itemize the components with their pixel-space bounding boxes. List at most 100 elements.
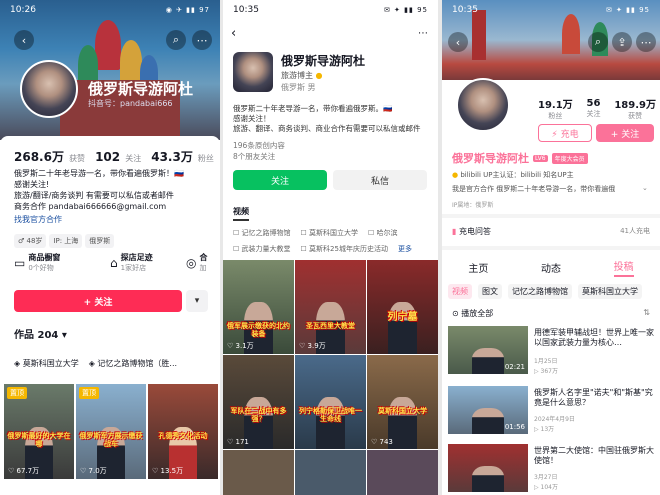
charge-qa[interactable]: ▮ 充电问答 [452,226,491,237]
video-thumb-6[interactable]: 莫斯科国立大学 ♡ 743 [367,355,438,449]
subtab-article[interactable]: 图文 [478,284,502,299]
video-thumb-2[interactable]: 置顶 俄罗斯军方展示缴获战车 ♡ 7.0万 [76,384,146,479]
expand-icon[interactable]: ⌄ [642,184,648,192]
video-views: ▷ 367万 [534,368,558,375]
profile-bio: 俄罗斯二十年老导游一名，带你看遍俄罗斯！🇷🇺 感谢关注! 旅游/翻译/商务谈判 … [14,169,184,211]
bilibili-space-panel: 10:35 ✉ ✦ ▮▮ 95 ‹ ⌕ ⇪ ⋯ 19.1万 粉丝 56 关注 189… [442,0,660,495]
tab-videos[interactable]: 视频 [233,206,249,221]
subtab-video[interactable]: 视频 [448,284,472,299]
collection-museum[interactable]: ☐ 记忆之路博物馆 [233,228,291,238]
video-thumb-1[interactable]: 置顶 俄罗斯最好的大学在哪 ♡ 67.7万 [4,384,74,479]
space-tabs: 主页 动态 投稿 [442,258,660,277]
douyin-profile-panel: 10:26 ◉ ✈ ▮▮ 97 ‹ ⌕ ⋯ 俄罗斯导游阿杜 抖音号：pandab… [0,0,220,495]
stat-likes[interactable]: 268.6万 获赞 [14,146,85,165]
collections-row-2: ☐ 武装力量大教堂 ☐ 莫斯科25城年庆历史活动 更多 [233,244,433,254]
search-icon[interactable]: ⌕ [166,30,186,50]
view-count: ♡ 67.7万 [8,467,40,475]
vip-badge: 年度大会员 [551,152,588,164]
video-date: 3月27日 [534,474,558,481]
status-bar: 10:35 ✉ ✦ ▮▮ 95 [442,0,660,20]
back-icon[interactable]: ‹ [14,30,34,50]
status-icons: ✉ ✦ ▮▮ 95 [605,6,650,14]
more-icon[interactable]: ⋯ [636,32,656,52]
friends-follow: 8个朋友关注 [233,152,276,161]
follow-button[interactable]: 关注 [233,170,327,190]
subtab-msu[interactable]: 莫斯科国立大学 [578,284,642,299]
back-icon[interactable]: ‹ [448,32,468,52]
video-thumb-3[interactable]: 孔德秀文化活动 ♡ 13.5万 [148,384,218,479]
level-badge: LV6 [533,154,548,162]
coop-card[interactable]: ◎ 合加 [186,252,216,273]
avatar[interactable] [456,78,510,132]
verified-icon: ● [315,71,323,80]
tab-dynamics[interactable]: 动态 [541,260,561,275]
collection-msu[interactable]: ◈ 莫斯科国立大学 [14,358,79,369]
chat-icon: ◎ [186,255,197,270]
video-thumbnail [448,444,528,492]
works-count[interactable]: 作品 204 ▾ [14,326,67,341]
video-thumb-8[interactable] [295,450,366,495]
collection-moscow[interactable]: ☐ 莫斯科25城年庆历史活动 [301,244,388,254]
video-date: 1月25日 [534,358,558,365]
video-thumb-2[interactable]: 圣瓦西里大教堂 ♡ 3.9万 [295,260,366,354]
video-thumb-5[interactable]: 列宁格勒保卫战唯一生命线 [295,355,366,449]
tab-uploads[interactable]: 投稿 [613,258,634,277]
collection-museum[interactable]: ◈ 记忆之路博物馆（胜... [89,358,177,369]
stat-following[interactable]: 102 关注 [95,146,141,165]
collection-cathedral[interactable]: ☐ 武装力量大教堂 [233,244,291,254]
avatar[interactable] [20,60,78,118]
share-icon[interactable]: ⇪ [612,32,632,52]
status-icons: ◉ ✈ ▮▮ 97 [165,6,210,14]
more-link[interactable]: 更多 [398,244,412,254]
verified-icon: ● [452,171,459,179]
message-button[interactable]: 私信 [333,170,427,190]
stat-fans[interactable]: 43.3万 粉丝 [151,146,214,165]
video-views: ▷ 13万 [534,426,555,433]
pinned-badge: 置顶 [7,387,27,399]
stat-likes[interactable]: 189.9万 获赞 [614,96,656,121]
ip-location: IP属地：俄罗斯 [452,202,494,209]
charge-button[interactable]: ⚡ 充电 [538,124,592,142]
tab-home[interactable]: 主页 [468,260,488,275]
video-thumb-1[interactable]: 俄军展示缴获的北约装备 ♡ 3.1万 [223,260,294,354]
shop-window-card[interactable]: ▭ 商品橱窗 0个好物 [14,252,104,273]
video-thumb-7[interactable] [223,450,294,495]
collections-row-1: ☐ 记忆之路博物馆 ☐ 莫斯科国立大学 ☐ 哈尔滨 [233,228,433,238]
profile-name: 俄罗斯导游阿杜 [88,80,194,98]
more-icon[interactable]: ⋯ [192,30,212,50]
space-name-row: 俄罗斯导游阿杜 LV6 年度大会员 [452,150,588,166]
store-visit-card[interactable]: ⌂ 探店足迹 1家好店 [110,252,180,273]
video-views: ▷ 104万 [534,484,558,491]
profile-name: 俄罗斯导游阿杜 [281,54,366,68]
charge-count: 41人充电 [620,227,650,235]
follow-button[interactable]: + 关注 [596,124,654,142]
space-stats: 19.1万 粉丝 56 关注 189.9万 获赞 [538,96,656,121]
profile-name: 俄罗斯导游阿杜 [452,152,529,165]
play-all-button[interactable]: ⊙ 播放全部 [452,308,493,319]
profile-location: 俄罗斯 男 [281,83,316,92]
view-count: ♡ 13.5万 [152,467,184,475]
follow-button[interactable]: + 关注 [14,290,182,312]
more-icon[interactable]: ⋯ [418,28,428,39]
profile-bio: 俄罗斯二十年老导游一名，带你看遍俄罗斯。🇷🇺 感谢关注！ 旅游、翻译、商务谈判、… [233,104,421,133]
status-time: 10:26 [10,5,36,15]
shop-icon: ▭ [14,255,26,270]
status-time: 10:35 [452,5,478,15]
service-cards: ▭ 商品橱窗 0个好物 ⌂ 探店足迹 1家好店 ◎ 合加 [14,252,216,273]
space-bio: 我是官方合作 俄罗斯二十年老导游一名，带你看遍俄 [452,185,616,193]
avatar[interactable] [233,52,273,92]
stat-following[interactable]: 56 关注 [587,98,601,119]
subtab-museum[interactable]: 记忆之路博物馆 [508,284,572,299]
search-icon[interactable]: ⌕ [588,32,608,52]
dropdown-icon[interactable]: ▾ [186,290,208,312]
collection-harbin[interactable]: ☐ 哈尔滨 [368,228,398,238]
stat-fans[interactable]: 19.1万 粉丝 [538,96,573,121]
profile-id: 抖音号：pandabai666 [88,99,173,108]
official-coop-link[interactable]: 找我官方合作 [14,214,62,225]
collection-msu[interactable]: ☐ 莫斯科国立大学 [301,228,359,238]
video-thumb-3[interactable]: 列宁墓 [367,260,438,354]
video-thumb-4[interactable]: 军队在二战中有多强？ ♡ 171 [223,355,294,449]
sort-icon[interactable]: ⇅ [643,308,650,317]
back-icon[interactable]: ‹ [231,26,236,41]
video-thumb-9[interactable] [367,450,438,495]
